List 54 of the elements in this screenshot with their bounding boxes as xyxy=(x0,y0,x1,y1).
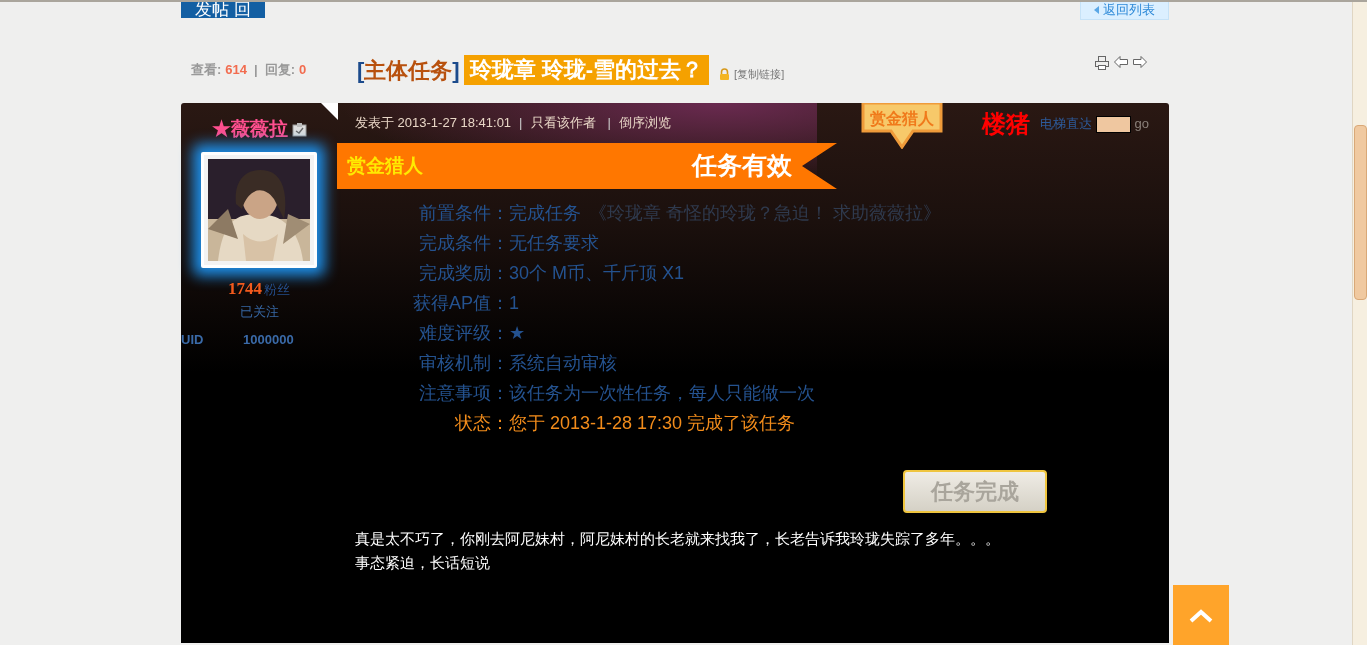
reverse-order-link[interactable]: 倒序浏览 xyxy=(618,113,671,133)
print-icon[interactable] xyxy=(1095,56,1109,70)
field-value: 该任务为一次性任务，每人只能做一次 xyxy=(509,381,815,405)
chevron-up-icon xyxy=(1189,609,1213,623)
field-label: 完成奖励： xyxy=(418,261,509,285)
field-label: 完成条件： xyxy=(418,231,509,255)
copy-link[interactable]: [复制链接] xyxy=(734,65,785,83)
field-value: 系统自动审核 xyxy=(509,351,617,375)
uid-label: UID xyxy=(181,331,205,349)
back-to-list-link[interactable]: 返回列表 xyxy=(1080,2,1169,20)
field-label: 获得AP值： xyxy=(412,291,509,315)
field-label: 审核机制： xyxy=(418,351,509,375)
separator: | xyxy=(253,61,259,80)
floor-label: 楼猪 xyxy=(981,109,1030,139)
field-value: 无任务要求 xyxy=(509,231,599,255)
category-link[interactable]: [主体任务] xyxy=(357,53,460,87)
thread-title: 玲珑章 玲珑-雪的过去？ xyxy=(463,55,710,85)
views-label: 查看: xyxy=(191,61,222,80)
separator: | xyxy=(607,114,611,133)
go-button[interactable]: go xyxy=(1134,114,1149,134)
next-arrow-icon[interactable] xyxy=(1133,56,1147,70)
only-author-link[interactable]: 只看该作者 xyxy=(530,113,596,133)
post-date: 发表于 2013-1-27 18:41:01 xyxy=(355,114,512,133)
replies-count: 0 xyxy=(299,61,307,80)
jump-label: 电梯直达 xyxy=(1039,115,1092,134)
field-value: 完成任务 xyxy=(509,201,581,225)
field-label: 前置条件： xyxy=(418,201,509,225)
field-label: 难度评级： xyxy=(418,321,509,345)
field-label: 注意事项： xyxy=(418,381,509,405)
fans-label: 粉丝 xyxy=(264,281,290,298)
previous-arrow-icon[interactable] xyxy=(1114,56,1128,70)
lock-icon xyxy=(719,68,731,80)
separator: | xyxy=(519,114,523,133)
follow-status: 已关注 xyxy=(239,302,279,321)
author-name[interactable]: ★薇薇拉 xyxy=(211,115,288,144)
floor-input[interactable] xyxy=(1095,115,1131,133)
scrollbar[interactable] xyxy=(1352,2,1367,645)
field-value: 30个 M币、千斤顶 X1 xyxy=(509,261,685,285)
post-text: 真是太不巧了，你刚去阿尼妹村，阿尼妹村的长老就来找我了，长老告诉我玲珑失踪了多年。。。 xyxy=(355,529,1001,549)
field-value: 1 xyxy=(509,291,519,315)
fans-count: 1744 xyxy=(228,279,262,298)
profile-card-icon[interactable] xyxy=(291,121,307,137)
badge: 赏金猎人 xyxy=(859,103,945,149)
corner-fold-icon xyxy=(321,103,338,120)
field-label: 状态： xyxy=(454,411,509,435)
views-count: 614 xyxy=(225,61,248,80)
uid-value: 1000000 xyxy=(243,331,294,349)
banner-right-text: 任务有效 xyxy=(692,150,792,182)
post-text: 事态紧迫，长话短说 xyxy=(355,553,491,573)
field-value: 您于 2013-1-28 17:30 完成了该任务 xyxy=(509,411,796,435)
replies-label: 回复: xyxy=(264,61,296,80)
triangle-left-icon xyxy=(1094,6,1099,14)
field-value: ★ xyxy=(509,321,525,345)
banner-left-text: 赏金猎人 xyxy=(347,153,423,178)
